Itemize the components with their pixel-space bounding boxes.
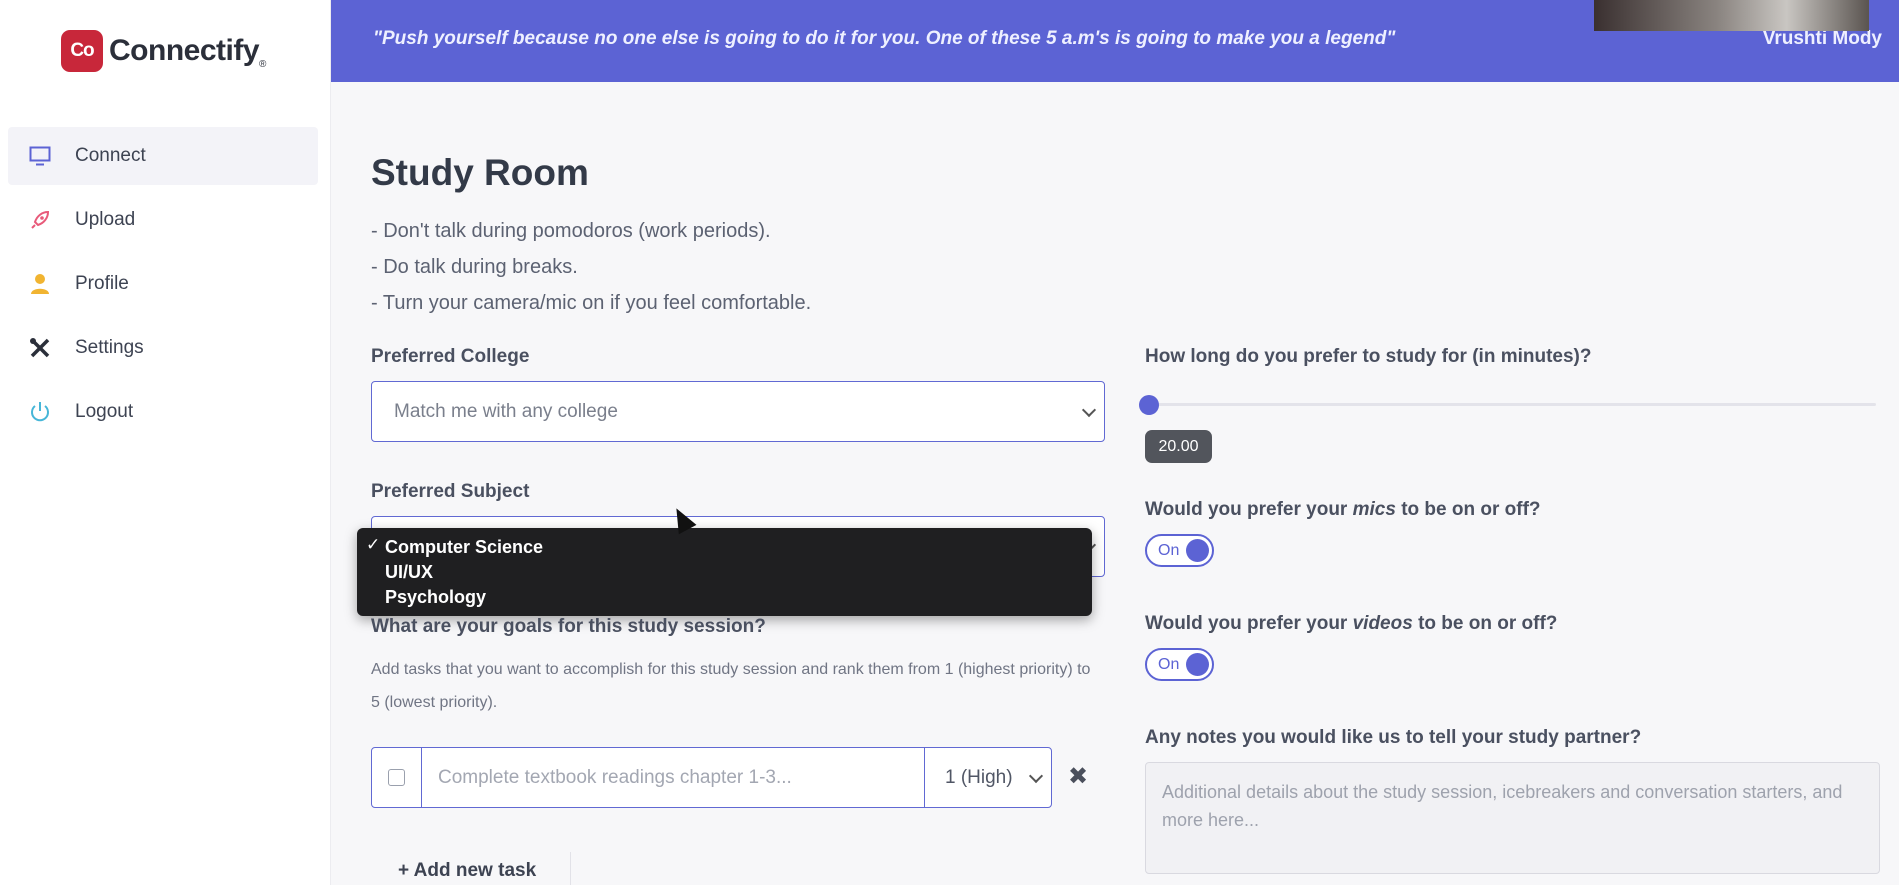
videos-label-pre: Would you prefer your [1145,613,1353,634]
monitor-icon [28,144,52,168]
dropdown-option-label: UI/UX [385,562,434,582]
user-icon [28,272,52,296]
dropdown-option-ui-ux[interactable]: UI/UX [357,560,1092,585]
sidebar-nav: Connect Upload Profile Settings Logout [8,127,318,447]
rule-item: - Do talk during breaks. [371,256,578,278]
sidebar-item-upload[interactable]: Upload [8,191,318,249]
videos-label: Would you prefer your videos to be on or… [1145,613,1557,635]
sidebar-item-logout[interactable]: Logout [8,383,318,441]
logo[interactable]: Co Connectify ® [61,30,266,72]
sidebar-item-settings[interactable]: Settings [8,319,318,377]
tools-icon [28,336,52,360]
sidebar: Co Connectify ® Connect Upload Profile S… [0,0,331,885]
goals-label: What are your goals for this study sessi… [371,616,766,637]
college-select-value: Match me with any college [394,400,618,422]
notes-textarea[interactable] [1145,762,1880,874]
sidebar-item-label: Logout [75,401,134,422]
dropdown-option-label: Computer Science [385,537,544,557]
task-checkbox[interactable] [372,748,422,807]
logo-text: Connectify [109,34,260,67]
chevron-down-icon [1081,402,1097,417]
videos-toggle[interactable]: On [1145,648,1214,681]
quote-text: "Push yourself because no one else is go… [373,28,1396,49]
add-task-button[interactable]: + Add new task [371,852,571,885]
subject-label: Preferred Subject [371,481,530,502]
quote-author: Vrushti Mody [1762,28,1882,49]
sidebar-item-label: Connect [75,145,146,166]
goals-help-text: Add tasks that you want to accomplish fo… [371,661,1091,711]
duration-value-badge: 20.00 [1145,430,1212,463]
chevron-down-icon [1028,768,1044,783]
toggle-state: On [1158,656,1180,673]
dropdown-option-label: Psychology [385,587,487,607]
logo-registered: ® [259,59,267,70]
duration-label: How long do you prefer to study for (in … [1145,346,1592,367]
videos-label-post: to be on or off? [1412,613,1558,634]
toggle-knob [1186,539,1209,562]
mics-toggle[interactable]: On [1145,534,1214,567]
logo-mark: Co [61,30,103,72]
subject-dropdown-menu: ✓ Computer Science UI/UX Psychology [357,528,1092,616]
rocket-icon [28,208,52,232]
rule-item: - Turn your camera/mic on if you feel co… [371,292,812,314]
rule-item: - Don't talk during pomodoros (work peri… [371,220,771,242]
task-row: 1 (High) [371,747,1052,808]
dropdown-option-psychology[interactable]: Psychology [357,585,1092,610]
duration-slider-track[interactable] [1148,403,1876,406]
checkbox-box [388,769,405,786]
toggle-state: On [1158,542,1180,559]
videos-label-em: videos [1352,613,1413,634]
college-select[interactable]: Match me with any college [371,381,1105,442]
task-input[interactable] [422,748,924,807]
page-title: Study Room [371,152,589,193]
task-priority-select[interactable]: 1 (High) [924,748,1051,807]
mics-label-em: mics [1352,499,1396,520]
mics-label: Would you prefer your mics to be on or o… [1145,499,1541,521]
task-priority-value: 1 (High) [945,766,1013,788]
notes-label: Any notes you would like us to tell your… [1145,727,1642,748]
quote-banner: "Push yourself because no one else is go… [331,0,1899,82]
mics-label-post: to be on or off? [1395,499,1541,520]
sidebar-item-label: Profile [75,273,129,294]
webcam-preview [1594,0,1869,31]
sidebar-item-profile[interactable]: Profile [8,255,318,313]
college-label: Preferred College [371,346,530,367]
sidebar-item-label: Upload [75,209,136,230]
duration-slider-thumb[interactable] [1139,395,1159,415]
room-rules: - Don't talk during pomodoros (work peri… [371,213,811,321]
remove-task-icon[interactable]: ✖ [1068,762,1088,791]
sidebar-item-connect[interactable]: Connect [8,127,318,185]
toggle-knob [1186,653,1209,676]
mics-label-pre: Would you prefer your [1145,499,1353,520]
sidebar-item-label: Settings [75,337,144,358]
check-icon: ✓ [366,535,381,554]
power-icon [28,400,52,424]
dropdown-option-computer-science[interactable]: ✓ Computer Science [357,535,1092,560]
